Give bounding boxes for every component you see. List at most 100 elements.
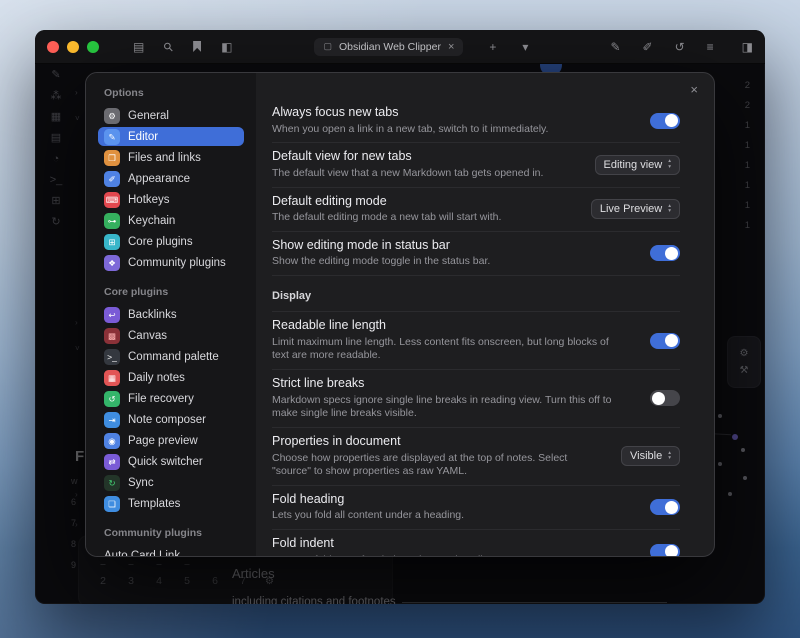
settings-tab-quick-switcher[interactable]: ⇄ Quick switcher: [98, 452, 244, 471]
sidebar-item-label: File recovery: [128, 393, 194, 405]
settings-tab-keychain[interactable]: ⊶ Keychain: [98, 211, 244, 230]
file-recovery-icon: ↺: [104, 391, 120, 407]
edit-icon[interactable]: ✎: [610, 41, 620, 53]
search-icon[interactable]: ⚲: [161, 39, 176, 54]
settings-tab-community-plugins[interactable]: ❖Community plugins: [98, 253, 244, 272]
settings-tab-files-and-links[interactable]: ❐Files and links: [98, 148, 244, 167]
sidebar-item-label: Command palette: [128, 351, 219, 363]
history-icon[interactable]: ↺: [675, 41, 685, 53]
setting-row-fold-indent: Fold indent Lets you fold part of an inde…: [272, 529, 680, 556]
close-icon[interactable]: ×: [690, 82, 698, 97]
quick-switcher-icon: ⇄: [104, 454, 120, 470]
settings-tab-sync[interactable]: ↻Sync: [98, 473, 244, 492]
hotkeys-icon: ⌨: [104, 192, 120, 208]
tab-list-chevron-icon[interactable]: ▾: [522, 41, 528, 53]
settings-tab-general[interactable]: ⚙General: [98, 106, 244, 125]
sidebar-item-label: Quick switcher: [128, 456, 203, 468]
dropdown-default-editing-mode[interactable]: Live Preview ▴▾: [591, 199, 680, 219]
sidebar-item-label: Hotkeys: [128, 194, 170, 206]
zoom-window-button[interactable]: [87, 41, 99, 53]
minimize-window-button[interactable]: [67, 41, 79, 53]
setting-description: The default view that a new Markdown tab…: [272, 167, 543, 181]
settings-tab-templates[interactable]: ❏Templates: [98, 494, 244, 513]
sidebar-item-label: Page preview: [128, 435, 198, 447]
core-plugins-icon: ⊞: [104, 234, 120, 250]
setting-row-always-focus-new-tabs: Always focus new tabsWhen you open a lin…: [272, 99, 680, 142]
left-sidebar-toggle-icon[interactable]: ◧: [221, 41, 232, 53]
close-window-button[interactable]: [47, 41, 59, 53]
settings-tab-command-palette[interactable]: >_Command palette: [98, 347, 244, 366]
toggle-fold-indent[interactable]: [650, 544, 680, 556]
settings-tab-auto-card-link[interactable]: Auto Card Link: [98, 546, 244, 557]
settings-tab-page-preview[interactable]: ◉ Page preview: [98, 431, 244, 450]
settings-tab-appearance[interactable]: ✐Appearance: [98, 169, 244, 188]
settings-tab-canvas[interactable]: ▩Canvas: [98, 326, 244, 345]
sidebar-item-label: Sync: [128, 477, 154, 489]
sidebar-item-label: Core plugins: [128, 236, 193, 248]
setting-name: Fold indent: [272, 536, 499, 552]
traffic-lights: [47, 41, 99, 53]
setting-row-fold-heading: Fold headingLets you fold all content un…: [272, 485, 680, 529]
toggle-always-focus-new-tabs[interactable]: [650, 113, 680, 129]
setting-name: Properties in document: [272, 434, 603, 450]
bookmark-icon[interactable]: [193, 41, 201, 52]
dropdown-value: Live Preview: [600, 203, 662, 215]
sidebar-item-label: General: [128, 110, 169, 122]
tab-title: Obsidian Web Clipper: [339, 41, 441, 53]
toggle-knob: [665, 114, 678, 127]
dropdown-chevrons-icon: ▴▾: [668, 451, 671, 462]
setting-name: Default view for new tabs: [272, 149, 543, 165]
sidebar-item-label: Note composer: [128, 414, 206, 426]
keychain-icon: ⊶: [104, 213, 120, 229]
obsidian-window: ▤⚲◧ ▢ Obsidian Web Clipper × + ▾ ✎✐↺≡ ◨ …: [35, 30, 765, 604]
titlebar: ▤ ⚲ ◧ ▢ Obsidian Web Clipper × + ▾ ✎ ✐ ↺ ≡ ◨: [35, 30, 765, 64]
toggle-fold-heading[interactable]: [650, 499, 680, 515]
sidebar-section-header: Options: [104, 87, 238, 99]
setting-description: When you open a link in a new tab, switc…: [272, 123, 548, 137]
settings-tab-note-composer[interactable]: ⇥ Note composer: [98, 410, 244, 429]
note-composer-icon: ⇥: [104, 412, 120, 428]
setting-row-readable-line-length: Readable line lengthLimit maximum line l…: [272, 311, 680, 369]
settings-tab-file-recovery[interactable]: ↺ File recovery: [98, 389, 244, 408]
dropdown-default-view-for-new-tabs[interactable]: Editing view▴▾: [595, 155, 680, 175]
settings-tab-backlinks[interactable]: ↩Backlinks: [98, 305, 244, 324]
setting-description: Show the editing mode toggle in the stat…: [272, 255, 490, 269]
settings-content: × Always focus new tabsWhen you open a l…: [256, 73, 714, 556]
dropdown-chevrons-icon: ▴▾: [668, 204, 671, 215]
menu-icon[interactable]: ≡: [707, 41, 714, 53]
setting-name: Readable line length: [272, 318, 612, 334]
setting-row-default-editing-mode: Default editing modeThe default editing …: [272, 187, 680, 231]
settings-tab-core-plugins[interactable]: ⊞ Core plugins: [98, 232, 244, 251]
toggle-strict-line-breaks[interactable]: [650, 390, 680, 406]
new-tab-button[interactable]: +: [489, 41, 496, 53]
dropdown-properties-in-document[interactable]: Visible▴▾: [621, 446, 680, 466]
settings-sidebar: Options ⚙General ✎Editor ❐Files and links ✐A…: [86, 73, 256, 556]
community-plugins-icon: ❖: [104, 255, 120, 271]
sidebar-section-header: Community plugins: [104, 527, 238, 539]
setting-description: Lets you fold all content under a headin…: [272, 509, 464, 523]
right-sidebar-toggle-icon[interactable]: ◨: [742, 40, 753, 54]
setting-description: Markdown specs ignore single line breaks…: [272, 394, 612, 421]
setting-row-show-editing-mode-in-status-bar: Show editing mode in status barShow the …: [272, 231, 680, 275]
sidebar-section-header: Core plugins: [104, 286, 238, 298]
setting-description: Lets you fold part of an indentation, su…: [272, 554, 499, 556]
tab-obsidian-web-clipper[interactable]: ▢ Obsidian Web Clipper ×: [314, 38, 463, 56]
toggle-knob: [665, 545, 678, 556]
page-preview-icon: ◉: [104, 433, 120, 449]
sidebar-item-label: Keychain: [128, 215, 175, 227]
editor-icon: ✎: [104, 129, 120, 145]
toggle-show-editing-mode-in-status-bar[interactable]: [650, 245, 680, 261]
toggle-knob: [652, 392, 665, 405]
settings-tab-editor[interactable]: ✎Editor: [98, 127, 244, 146]
sidebar-item-label: Backlinks: [128, 309, 177, 321]
edit-alt-icon[interactable]: ✐: [643, 41, 653, 53]
sidebar-item-label: Templates: [128, 498, 180, 510]
canvas-icon: ▩: [104, 328, 120, 344]
toggle-readable-line-length[interactable]: [650, 333, 680, 349]
settings-tab-hotkeys[interactable]: ⌨ Hotkeys: [98, 190, 244, 209]
folder-icon[interactable]: ▤: [133, 41, 144, 53]
sidebar-item-label: Files and links: [128, 152, 201, 164]
tab-close-icon[interactable]: ×: [448, 41, 454, 53]
toggle-knob: [665, 247, 678, 260]
settings-tab-daily-notes[interactable]: ▦Daily notes: [98, 368, 244, 387]
